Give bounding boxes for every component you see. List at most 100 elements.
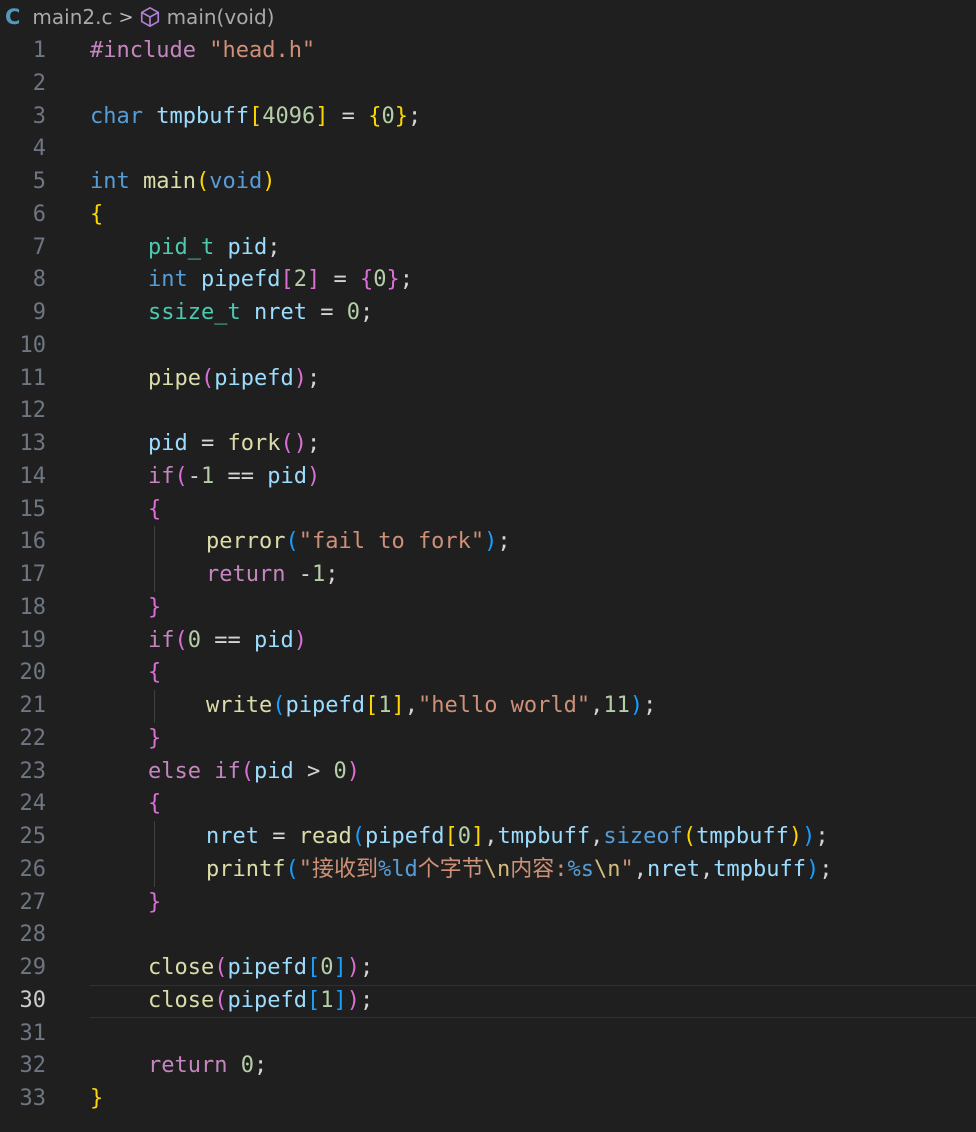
code-token: == xyxy=(201,627,254,653)
code-token: [ xyxy=(280,267,294,293)
code-token: ( xyxy=(214,955,228,980)
code-token: ) xyxy=(629,693,644,718)
code-token: [ xyxy=(364,693,379,718)
code-line[interactable]: 18} xyxy=(0,592,976,625)
code-line[interactable]: 30 close(pipefd[1]); xyxy=(0,984,976,1018)
code-token: { xyxy=(359,267,374,293)
code-line[interactable]: 11 pipe(pipefd); xyxy=(0,363,976,396)
line-content: pipe(pipefd); xyxy=(148,363,320,396)
code-area[interactable]: 1 #include "head.h" 2 3 char tmpbuff[4096] =… xyxy=(0,35,976,1116)
code-token: 11 xyxy=(603,693,630,718)
code-line[interactable]: 21 write(pipefd[1],"hello world",11); xyxy=(0,690,976,723)
code-line[interactable]: 4 xyxy=(0,133,976,166)
code-token: } xyxy=(394,103,408,129)
code-line[interactable]: 16 perror("fail to fork"); xyxy=(0,526,976,559)
code-line[interactable]: 28 xyxy=(0,919,976,952)
code-line[interactable]: 8 int pipefd[2] = {0}; xyxy=(0,264,976,297)
code-token: perror xyxy=(206,529,286,555)
line-number: 5 xyxy=(32,169,46,194)
code-token: 个字节 xyxy=(417,856,484,882)
code-line[interactable]: 32 return 0; xyxy=(0,1050,976,1083)
code-token: "fail to fork" xyxy=(298,529,485,555)
code-token: ; xyxy=(497,529,511,555)
code-editor[interactable]: C main2.c > main(void) 1 #include "head.h… xyxy=(0,0,976,1132)
line-content: } xyxy=(148,887,161,920)
code-line[interactable]: 20 { xyxy=(0,657,976,690)
code-line[interactable]: 27} xyxy=(0,887,976,920)
line-number: 32 xyxy=(19,1053,47,1079)
line-number: 3 xyxy=(32,103,46,129)
breadcrumb-file[interactable]: main2.c xyxy=(32,5,112,29)
code-token: ( xyxy=(285,856,299,882)
code-token: nret xyxy=(206,824,259,849)
code-token: ( xyxy=(682,824,697,849)
code-line[interactable]: 17 return -1; xyxy=(0,559,976,592)
code-token: } xyxy=(148,889,162,915)
code-line[interactable]: 31 xyxy=(0,1018,976,1051)
breadcrumb-symbol[interactable]: main(void) xyxy=(167,5,275,29)
code-token: 1 xyxy=(201,463,215,489)
line-content: return -1; xyxy=(206,559,338,592)
code-token: ( xyxy=(272,693,286,718)
line-content: pid_t pid; xyxy=(148,232,280,265)
code-token: - xyxy=(298,562,312,587)
code-line[interactable]: 19 if(0 == pid) xyxy=(0,625,976,658)
code-line[interactable]: 15 { xyxy=(0,494,976,527)
code-line[interactable]: 9 ssize_t nret = 0; xyxy=(0,297,976,330)
code-token: else xyxy=(148,758,201,784)
code-token: ; xyxy=(325,562,339,587)
code-token: , xyxy=(404,693,418,718)
code-token: } xyxy=(148,594,162,620)
code-token: ; xyxy=(267,234,281,260)
code-line[interactable]: 24 { xyxy=(0,788,976,821)
line-content: perror("fail to fork"); xyxy=(206,526,511,559)
line-number: 21 xyxy=(19,693,47,718)
code-token: ] xyxy=(315,103,329,129)
code-line[interactable]: 5 int main(void) xyxy=(0,166,976,199)
code-token: close xyxy=(148,955,215,980)
code-token: 1 xyxy=(320,987,334,1013)
code-token: if xyxy=(148,627,175,653)
code-line[interactable]: 1 #include "head.h" xyxy=(0,35,976,68)
line-content: } xyxy=(90,1083,103,1116)
code-line[interactable]: 22} xyxy=(0,723,976,756)
line-number: 14 xyxy=(19,463,47,489)
code-token: 0 xyxy=(333,758,347,784)
code-token: read xyxy=(298,824,352,849)
code-line[interactable]: 3 char tmpbuff[4096] = {0}; xyxy=(0,101,976,134)
code-line[interactable]: 12 xyxy=(0,395,976,428)
code-token: ) xyxy=(293,627,307,653)
code-line[interactable]: 7 pid_t pid; xyxy=(0,232,976,265)
breadcrumb: C main2.c > main(void) xyxy=(0,0,976,34)
code-token: } xyxy=(386,267,400,293)
code-token: ) xyxy=(306,463,321,489)
line-content: close(pipefd[1]); xyxy=(148,985,373,1018)
code-token: \n xyxy=(483,856,511,882)
code-token: ( xyxy=(174,627,188,653)
line-content: } xyxy=(148,592,161,625)
line-number: 22 xyxy=(19,725,47,751)
code-line[interactable]: 29 close(pipefd[0]); xyxy=(0,952,976,985)
code-line[interactable]: 13 pid = fork(); xyxy=(0,428,976,461)
code-line[interactable]: 6{ xyxy=(0,199,976,232)
line-number: 31 xyxy=(19,1020,47,1046)
line-number: 1 xyxy=(32,38,46,63)
code-line[interactable]: 10 xyxy=(0,330,976,363)
code-token: ) xyxy=(805,856,820,882)
code-line[interactable]: 25 nret = read(pipefd[0],tmpbuff,sizeof(t… xyxy=(0,821,976,854)
indent-guide xyxy=(154,853,155,887)
code-line[interactable]: 33} xyxy=(0,1083,976,1116)
code-line[interactable]: 23 else if(pid > 0) xyxy=(0,756,976,789)
code-token: nret xyxy=(253,300,307,325)
line-number: 27 xyxy=(19,889,47,915)
code-token: ) xyxy=(346,955,360,980)
code-line[interactable]: 26 printf("接收到%ld个字节\n内容:%s\n",nret,tmpbu… xyxy=(0,853,976,887)
line-number: 12 xyxy=(19,398,47,424)
code-line[interactable]: 2 xyxy=(0,68,976,101)
code-token: 0 xyxy=(346,300,360,325)
code-token: pipefd xyxy=(214,365,294,391)
code-line[interactable]: 14 if(-1 == pid) xyxy=(0,461,976,494)
